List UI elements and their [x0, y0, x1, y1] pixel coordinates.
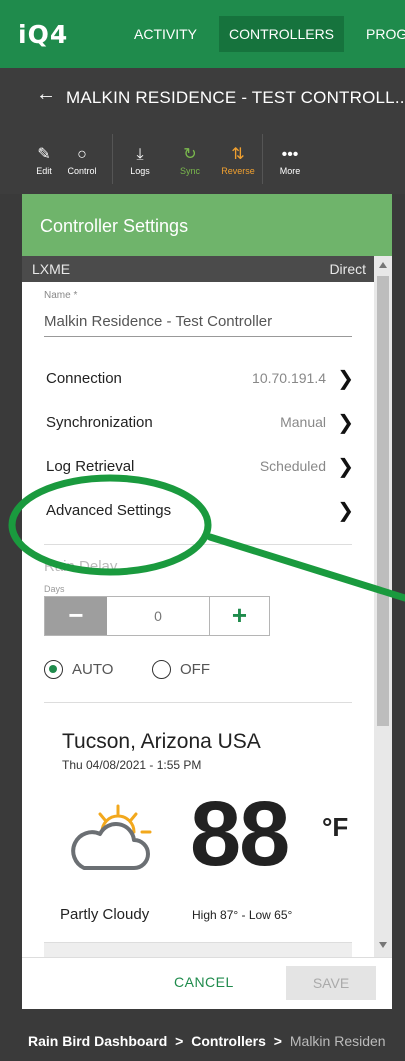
edit-label: Edit — [36, 166, 52, 176]
chevron-right-icon: ❯ — [337, 456, 354, 478]
control-button[interactable]: ○ Control — [62, 144, 102, 176]
chevron-right-icon: ❯ — [337, 500, 354, 522]
mode-auto-label: AUTO — [72, 661, 114, 678]
rain-delay-label: Rain Delay — [44, 558, 118, 575]
reverse-arrows-icon: ⇅ — [231, 146, 245, 163]
days-label: Days — [44, 584, 65, 594]
sync-button[interactable]: ↻ Sync — [170, 144, 210, 176]
edit-button[interactable]: ✎ Edit — [24, 144, 64, 176]
breadcrumb: Rain Bird Dashboard > Controllers > Malk… — [0, 1023, 405, 1061]
log-retrieval-label: Log Retrieval — [46, 458, 135, 475]
cancel-button[interactable]: CANCEL — [174, 974, 234, 990]
chevron-right-icon: ❯ — [337, 412, 354, 434]
save-button[interactable]: SAVE — [286, 966, 376, 1000]
scroll-up-icon[interactable] — [379, 262, 387, 268]
breadcrumb-dashboard[interactable]: Rain Bird Dashboard — [28, 1033, 167, 1049]
controller-model: LXME — [32, 261, 71, 277]
pencil-icon: ✎ — [37, 146, 51, 163]
chevron-right-icon: ❯ — [337, 368, 354, 390]
partly-cloudy-icon — [71, 804, 152, 870]
temperature-value: 88 — [190, 783, 290, 885]
name-field[interactable]: Malkin Residence - Test Controller — [44, 313, 272, 330]
scroll-down-icon[interactable] — [379, 942, 387, 948]
breadcrumb-separator: > — [175, 1033, 184, 1049]
name-field-label: Name * — [44, 290, 78, 301]
weather-location: Tucson, Arizona USA — [62, 730, 261, 753]
toolbar-divider — [262, 134, 263, 184]
more-button[interactable]: ••• More — [270, 144, 310, 176]
mode-off-radio[interactable]: OFF — [152, 660, 232, 680]
top-nav: iQ4 ACTIVITY CONTROLLERS PROG — [0, 0, 405, 68]
advanced-settings-label: Advanced Settings — [46, 502, 172, 519]
temperature-unit: °F — [322, 812, 349, 842]
name-field-underline — [44, 336, 352, 337]
increment-button[interactable]: + — [209, 597, 269, 635]
weather-condition: Partly Cloudy — [60, 906, 150, 923]
log-retrieval-row[interactable]: Log Retrieval Scheduled ❯ — [46, 454, 356, 478]
mode-auto-radio[interactable]: AUTO — [44, 660, 124, 680]
panel-footer: CANCEL SAVE — [22, 957, 392, 1009]
page-header: ← MALKIN RESIDENCE - TEST CONTROLL... — [0, 68, 405, 128]
decrement-button[interactable]: − — [45, 597, 107, 635]
synchronization-row[interactable]: Synchronization Manual ❯ — [46, 410, 356, 434]
log-retrieval-value: Scheduled — [259, 458, 326, 474]
synchronization-value: Manual — [280, 414, 326, 430]
page-title: MALKIN RESIDENCE - TEST CONTROLL... — [66, 88, 405, 107]
radio-unselected-icon — [152, 660, 171, 679]
radio-selected-icon — [44, 660, 63, 679]
toolbar-divider — [112, 134, 113, 184]
nav-tab-controllers[interactable]: CONTROLLERS — [219, 16, 345, 52]
connection-row[interactable]: Connection 10.70.191.4 ❯ — [46, 366, 356, 390]
circle-icon: ○ — [77, 146, 87, 163]
controller-subheader: LXME Direct — [22, 256, 374, 282]
breadcrumb-controllers[interactable]: Controllers — [191, 1033, 266, 1049]
logs-button[interactable]: ⤓ Logs — [120, 144, 160, 176]
download-icon: ⤓ — [136, 146, 144, 163]
connection-label: Connection — [46, 370, 122, 387]
divider — [44, 544, 352, 545]
control-label: Control — [67, 166, 97, 176]
scroll-thumb[interactable] — [377, 276, 389, 726]
divider — [44, 702, 352, 703]
sync-label: Sync — [179, 166, 200, 176]
weather-card-footer — [44, 942, 352, 957]
more-label: More — [279, 166, 301, 176]
high-low-temperature: High 87° - Low 65° — [192, 908, 293, 922]
mode-off-label: OFF — [180, 661, 210, 678]
synchronization-label: Synchronization — [46, 414, 153, 431]
nav-tab-activity[interactable]: ACTIVITY — [124, 16, 207, 52]
rain-delay-stepper: − 0 + — [44, 596, 270, 636]
logs-label: Logs — [130, 166, 150, 176]
panel-scrollbar[interactable] — [374, 256, 392, 957]
advanced-settings-row[interactable]: Advanced Settings ❯ — [46, 498, 356, 522]
breadcrumb-separator: > — [273, 1033, 282, 1049]
connection-value: 10.70.191.4 — [252, 370, 326, 386]
weather-datetime: Thu 04/08/2021 - 1:55 PM — [62, 758, 202, 772]
toolbar: ✎ Edit ○ Control ⤓ Logs ↻ Sync ⇅ Reverse… — [0, 128, 405, 194]
reverse-label: Reverse — [221, 166, 255, 176]
app-logo[interactable]: iQ4 — [18, 20, 68, 49]
nav-tab-programs[interactable]: PROG — [356, 16, 405, 52]
rain-delay-input[interactable]: 0 — [107, 597, 209, 635]
breadcrumb-current: Malkin Residen — [289, 1033, 386, 1049]
reverse-button[interactable]: ⇅ Reverse — [218, 144, 258, 176]
ellipsis-icon: ••• — [281, 146, 299, 163]
controller-settings-header: Controller Settings — [22, 194, 392, 256]
arrow-left-icon[interactable]: ← — [36, 83, 56, 106]
sync-icon: ↻ — [183, 146, 197, 163]
connection-type: Direct — [329, 261, 366, 277]
settings-panel: Name * Malkin Residence - Test Controlle… — [22, 282, 374, 957]
